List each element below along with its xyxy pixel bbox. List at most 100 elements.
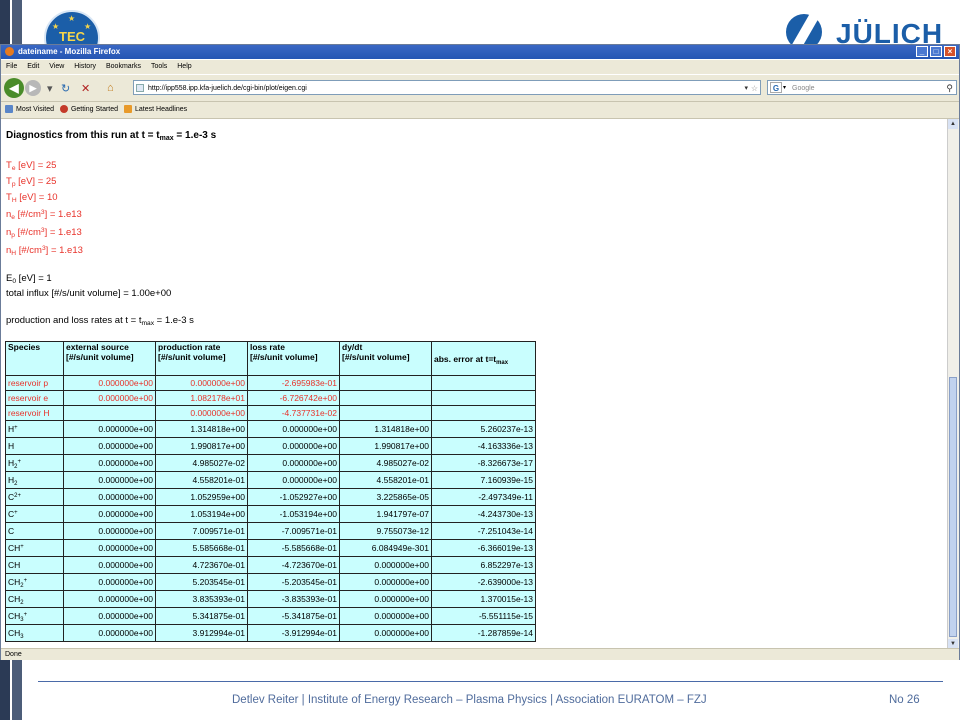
loss-rate-cell: 0.000000e+00 [247, 454, 340, 472]
species-cell: H [5, 437, 64, 455]
scrollbar-thumb[interactable] [949, 377, 957, 637]
url-dropdown-icon[interactable]: ▾ [744, 81, 748, 96]
species-cell: reservoir p [5, 375, 64, 391]
bookmarks-toolbar: Most Visited Getting Started Latest Head… [1, 102, 959, 119]
status-text: Done [5, 651, 22, 658]
external-source-cell: 0.000000e+00 [63, 454, 156, 472]
production-rate-cell: 7.009571e-01 [155, 522, 248, 540]
species-cell: CH2+ [5, 573, 64, 591]
species-cell: H2 [5, 471, 64, 489]
status-bar: Done [1, 648, 959, 660]
navigation-toolbar: ◀ ▶ ▾ ↻ ✕ ⌂ http://ipp558.ipp.kfa-juelic… [1, 75, 959, 102]
dydt-cell: 0.000000e+00 [339, 624, 432, 642]
abs-error-cell [431, 390, 536, 406]
home-icon[interactable]: ⌂ [107, 82, 114, 94]
vertical-scrollbar[interactable]: ▲ ▼ [947, 119, 959, 649]
table-row: H2 0.000000e+00 4.558201e-01 0.000000e+00 4.… [5, 471, 536, 489]
minimize-button[interactable]: _ [916, 46, 928, 57]
production-rate-cell: 1.314818e+00 [155, 420, 248, 438]
page-icon [136, 84, 144, 92]
search-placeholder: Google [792, 85, 815, 92]
param-np: np [#/cm3] = 1.e13 [6, 227, 82, 239]
production-rate-cell: 3.912994e-01 [155, 624, 248, 642]
external-source-cell: 0.000000e+00 [63, 624, 156, 642]
external-source-cell: 0.000000e+00 [63, 539, 156, 557]
window-controls: _ □ × [916, 46, 956, 57]
window-title: dateiname - Mozilla Firefox [18, 47, 121, 56]
back-button[interactable]: ◀ [4, 78, 24, 98]
param-nh: nH [#/cm3] = 1.e13 [6, 245, 83, 257]
maximize-button[interactable]: □ [930, 46, 942, 57]
species-cell: reservoir H [5, 405, 64, 421]
species-cell: reservoir e [5, 390, 64, 406]
header-species: Species [5, 341, 64, 376]
footer-page-number: No 26 [889, 694, 920, 706]
species-cell: CH2 [5, 590, 64, 608]
species-cell: H+ [5, 420, 64, 438]
bookmark-getting-started[interactable]: Getting Started [59, 102, 119, 118]
menu-history[interactable]: History [74, 63, 96, 70]
table-row: H+ 0.000000e+00 1.314818e+00 0.000000e+00 1.… [5, 420, 536, 438]
abs-error-cell: 5.260237e-13 [431, 420, 536, 438]
production-rate-cell: 4.558201e-01 [155, 471, 248, 489]
external-source-cell [63, 405, 156, 421]
menu-bookmarks[interactable]: Bookmarks [106, 63, 141, 70]
abs-error-cell: -2.497349e-11 [431, 488, 536, 506]
production-rate-cell: 1.052959e+00 [155, 488, 248, 506]
production-rate-cell: 3.835393e-01 [155, 590, 248, 608]
production-rate-cell: 4.985027e-02 [155, 454, 248, 472]
history-dropdown-icon[interactable]: ▾ [47, 82, 53, 95]
reload-icon[interactable]: ↻ [61, 82, 70, 95]
param-te: Te [eV] = 25 [6, 160, 57, 172]
bookmark-label: Getting Started [70, 106, 119, 113]
search-icon[interactable]: ⚲ [946, 81, 953, 96]
close-button[interactable]: × [944, 46, 956, 57]
bookmark-star-icon[interactable]: ☆ [751, 81, 758, 96]
menu-help[interactable]: Help [177, 63, 191, 70]
search-bar[interactable]: G ▾ Google ⚲ [767, 80, 957, 95]
header-dydt: dy/dt [#/s/unit volume] [339, 341, 432, 376]
bookmark-latest-headlines[interactable]: Latest Headlines [124, 102, 187, 118]
menu-view[interactable]: View [49, 63, 64, 70]
forward-button[interactable]: ▶ [25, 80, 41, 96]
table-row: C+ 0.000000e+00 1.053194e+00 -1.053194e+00 1… [5, 505, 536, 523]
title-bar: dateiname - Mozilla Firefox _ □ × [1, 45, 959, 59]
page-content: Diagnostics from this run at t = tmax = … [1, 119, 947, 649]
external-source-cell: 0.000000e+00 [63, 573, 156, 591]
loss-rate-cell: 0.000000e+00 [247, 471, 340, 489]
loss-rate-cell: -5.585668e-01 [247, 539, 340, 557]
production-rate-cell: 0.000000e+00 [155, 405, 248, 421]
external-source-cell: 0.000000e+00 [63, 556, 156, 574]
menu-tools[interactable]: Tools [151, 63, 167, 70]
rss-icon [124, 105, 132, 114]
header-production-rate: production rate [#/s/unit volume] [155, 341, 248, 376]
species-cell: C2+ [5, 488, 64, 506]
menu-file[interactable]: File [6, 63, 17, 70]
loss-rate-cell: -7.009571e-01 [247, 522, 340, 540]
url-text: http://ipp558.ipp.kfa-juelich.de/cgi-bin… [148, 85, 307, 92]
url-bar[interactable]: http://ipp558.ipp.kfa-juelich.de/cgi-bin… [133, 80, 761, 95]
param-ne: ne [#/cm3] = 1.e13 [6, 209, 82, 221]
search-engine-icon[interactable]: G [770, 82, 782, 93]
loss-rate-cell: -4.723670e-01 [247, 556, 340, 574]
search-engine-dropdown-icon[interactable]: ▾ [783, 81, 786, 96]
abs-error-cell: -5.551115e-15 [431, 607, 536, 625]
external-source-cell: 0.000000e+00 [63, 590, 156, 608]
header-loss-rate: loss rate [#/s/unit volume] [247, 341, 340, 376]
external-source-cell: 0.000000e+00 [63, 488, 156, 506]
scroll-up-icon[interactable]: ▲ [948, 119, 958, 129]
rates-heading: production and loss rates at t = tmax = … [6, 315, 194, 327]
bookmark-most-visited[interactable]: Most Visited [5, 102, 54, 118]
header-abs-error: abs. error at t=tmax [431, 341, 536, 376]
stop-icon[interactable]: ✕ [81, 82, 90, 95]
firefox-icon [5, 47, 14, 56]
star-icon: ★ [68, 14, 76, 23]
loss-rate-cell: -1.052927e+00 [247, 488, 340, 506]
menu-edit[interactable]: Edit [27, 63, 39, 70]
table-row: reservoir H 0.000000e+00 -4.737731e-02 [5, 405, 536, 421]
table-row: CH2 0.000000e+00 3.835393e-01 -3.835393e-01… [5, 590, 536, 608]
total-influx: total influx [#/s/unit volume] = 1.00e+0… [6, 288, 172, 299]
external-source-cell: 0.000000e+00 [63, 437, 156, 455]
param-e0: E0 [eV] = 1 [6, 273, 52, 285]
dydt-cell: 0.000000e+00 [339, 590, 432, 608]
